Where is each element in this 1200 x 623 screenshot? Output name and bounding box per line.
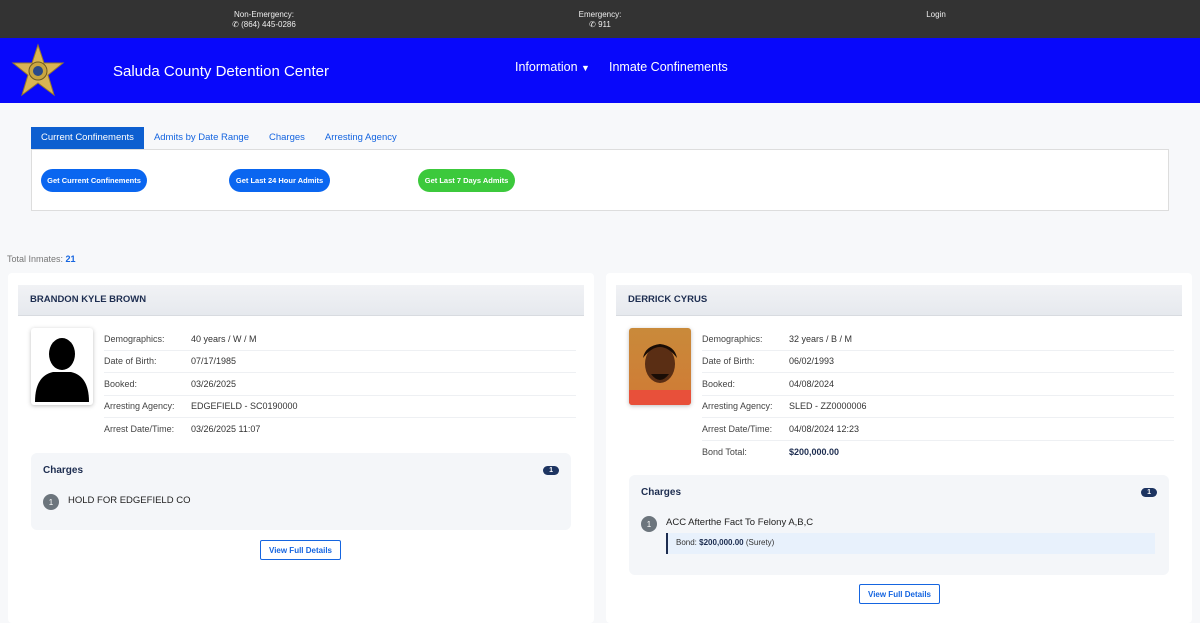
view-full-details-button[interactable]: View Full Details: [859, 584, 940, 604]
field-value: 40 years / W / M: [191, 333, 257, 344]
tab-current-confinements[interactable]: Current Confinements: [31, 127, 144, 149]
inmate-card: BRANDON KYLE BROWN Demographics: 40 years…: [8, 273, 594, 623]
silhouette-icon: [35, 338, 89, 402]
bond-total-value: $200,000.00: [789, 446, 840, 457]
field-label: Arresting Agency:: [702, 401, 773, 412]
view-full-details-button[interactable]: View Full Details: [260, 540, 341, 560]
charge-text: ACC Afterthe Fact To Felony A,B,C: [666, 517, 814, 528]
tab-arresting-agency[interactable]: Arresting Agency: [315, 127, 407, 149]
field-label: Date of Birth:: [702, 356, 755, 367]
tab-charges[interactable]: Charges: [259, 127, 315, 149]
charge-number: 1: [641, 516, 657, 532]
total-label: Total Inmates:: [7, 254, 64, 264]
sheriff-star-logo[interactable]: [10, 43, 66, 99]
mugshot-image: [629, 344, 691, 405]
nav-information[interactable]: Information ▼: [515, 60, 590, 74]
field-value: 03/26/2025 11:07: [191, 424, 261, 435]
field-label: Demographics:: [702, 333, 763, 344]
charges-title: Charges: [641, 487, 682, 498]
field-value: 04/08/2024: [789, 378, 835, 389]
info-row: Date of Birth: 06/02/1993: [702, 351, 1174, 373]
info-row: Demographics: 40 years / W / M: [104, 328, 576, 351]
charge-count-badge: 1: [1141, 488, 1157, 497]
field-value: EDGEFIELD - SC0190000: [191, 401, 298, 412]
phone-icon: ✆: [589, 20, 599, 29]
nav-inmate-confinements[interactable]: Inmate Confinements: [609, 60, 728, 74]
charge-bond: Bond: $200,000.00 (Surety): [666, 533, 1155, 554]
field-value: 07/17/1985: [191, 356, 237, 367]
charge-text: HOLD FOR EDGEFIELD CO: [68, 495, 191, 506]
site-header: Saluda County Detention Center Informati…: [0, 38, 1200, 103]
charges-section: Charges 1 1 ACC Afterthe Fact To Felony …: [629, 475, 1169, 575]
charges-section: Charges 1 1 HOLD FOR EDGEFIELD CO: [31, 453, 571, 530]
field-value: SLED - ZZ0000006: [789, 401, 867, 412]
info-row: Booked: 04/08/2024: [702, 373, 1174, 396]
emergency-contact: Emergency: ✆ 911: [560, 10, 640, 30]
field-value: 04/08/2024 12:23: [789, 423, 860, 434]
field-label: Booked:: [104, 378, 138, 389]
charge-count-badge: 1: [543, 466, 559, 475]
field-value: 32 years / B / M: [789, 333, 853, 344]
inmate-info: Demographics: 40 years / W / M Date of Bi…: [104, 328, 576, 441]
total-inmates: Total Inmates: 21: [7, 254, 76, 264]
tab-bar: Current Confinements Admits by Date Rang…: [31, 127, 407, 149]
inmate-name[interactable]: DERRICK CYRUS: [616, 285, 1182, 316]
non-emergency-label: Non-Emergency:: [233, 10, 295, 19]
bond-amount: $200,000.00: [699, 538, 744, 547]
emergency-label: Emergency:: [578, 10, 622, 19]
inmate-photo[interactable]: [629, 328, 691, 405]
emergency-phone[interactable]: 911: [598, 20, 611, 29]
caret-down-icon: ▼: [581, 63, 590, 73]
info-row: Demographics: 32 years / B / M: [702, 328, 1174, 351]
field-value: 06/02/1993: [789, 356, 835, 367]
info-row: Arresting Agency: SLED - ZZ0000006: [702, 396, 1174, 418]
tab-admits-by-date-range[interactable]: Admits by Date Range: [144, 127, 259, 149]
info-row: Bond Total: $200,000.00: [702, 441, 1174, 464]
non-emergency-phone[interactable]: (864) 445-0286: [241, 20, 296, 29]
field-label: Arresting Agency:: [104, 401, 175, 412]
charge-number: 1: [43, 494, 59, 510]
get-last-7-days-admits-button[interactable]: Get Last 7 Days Admits: [418, 169, 515, 192]
field-label: Date of Birth:: [104, 356, 157, 367]
field-label: Demographics:: [104, 333, 165, 344]
info-row: Arrest Date/Time: 03/26/2025 11:07: [104, 418, 576, 441]
phone-icon: ✆: [232, 20, 242, 29]
field-label: Bond Total:: [702, 446, 747, 457]
info-row: Arresting Agency: EDGEFIELD - SC0190000: [104, 396, 576, 418]
inmate-info: Demographics: 32 years / B / M Date of Bi…: [702, 328, 1174, 463]
bond-type: (Surety): [745, 538, 775, 547]
tab-panel: Get Current Confinements Get Last 24 Hou…: [31, 149, 1169, 211]
top-bar: Non-Emergency: ✆ (864) 445-0286 Emergenc…: [0, 0, 1200, 38]
site-title: Saluda County Detention Center: [113, 63, 329, 80]
field-label: Arrest Date/Time:: [104, 424, 175, 435]
inmate-card: DERRICK CYRUS Demographics: 32 years / B …: [606, 273, 1192, 623]
get-current-confinements-button[interactable]: Get Current Confinements: [41, 169, 147, 192]
field-label: Arrest Date/Time:: [702, 423, 773, 434]
field-value: 03/26/2025: [191, 378, 237, 389]
inmate-name[interactable]: BRANDON KYLE BROWN: [18, 285, 584, 316]
total-value: 21: [65, 254, 76, 264]
info-row: Booked: 03/26/2025: [104, 373, 576, 396]
info-row: Arrest Date/Time: 04/08/2024 12:23: [702, 418, 1174, 441]
bond-label: Bond:: [676, 538, 697, 547]
field-label: Booked:: [702, 378, 736, 389]
inmate-photo-placeholder: [31, 328, 93, 405]
get-last-24-hour-admits-button[interactable]: Get Last 24 Hour Admits: [229, 169, 330, 192]
charges-title: Charges: [43, 465, 84, 476]
non-emergency-contact: Non-Emergency: ✆ (864) 445-0286: [220, 10, 308, 30]
info-row: Date of Birth: 07/17/1985: [104, 351, 576, 373]
login-link[interactable]: Login: [916, 10, 956, 20]
nav-information-label: Information: [515, 60, 578, 74]
